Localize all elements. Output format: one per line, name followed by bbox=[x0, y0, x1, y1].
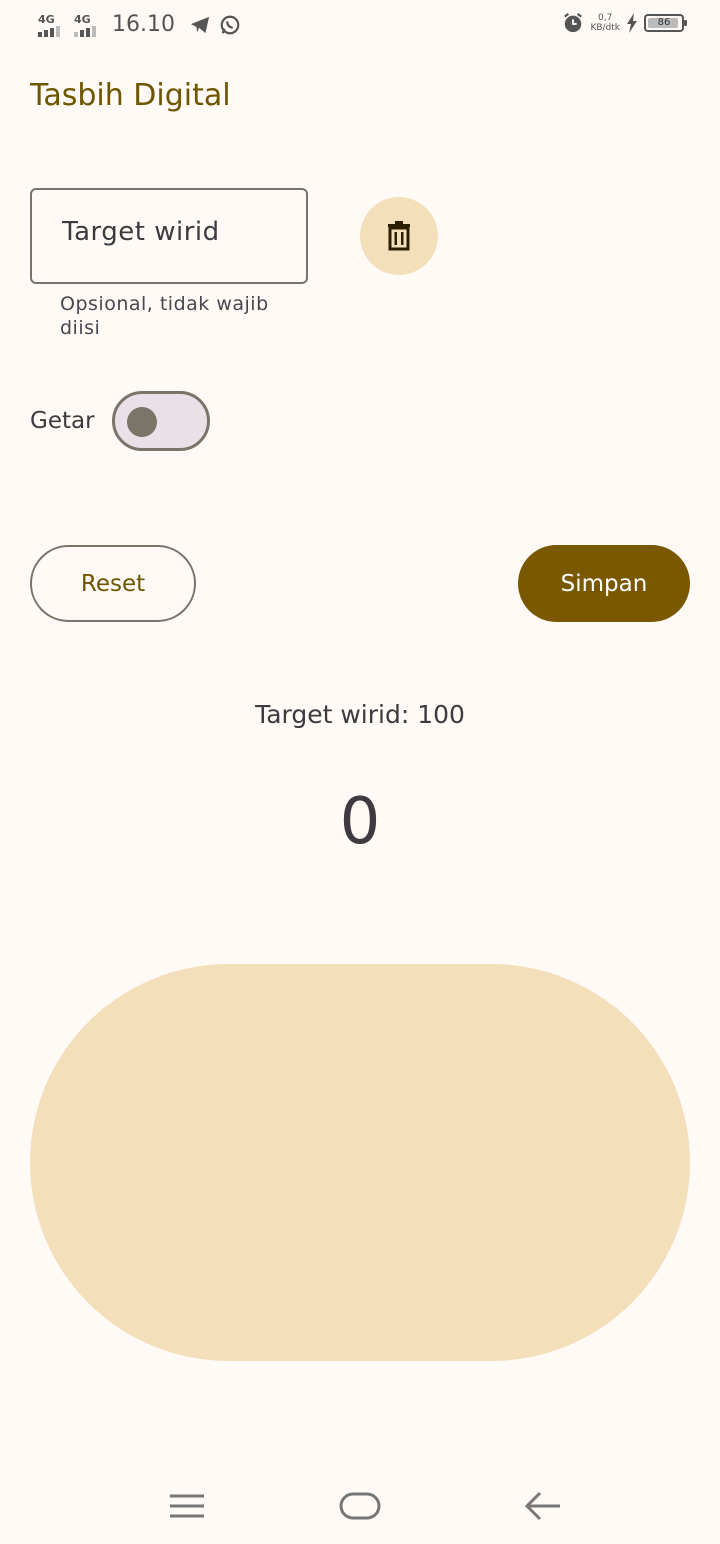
network-speed: 0,7 KB/dtk bbox=[590, 13, 620, 33]
tap-counter-button[interactable] bbox=[30, 964, 690, 1361]
home-icon[interactable] bbox=[339, 1488, 381, 1524]
system-nav-bar bbox=[0, 1470, 720, 1544]
battery-level: 86 bbox=[657, 17, 671, 28]
vibrate-label: Getar bbox=[30, 408, 95, 434]
network-type-2: 4G bbox=[74, 12, 91, 26]
status-bar: 4G 4G 16.10 0,7 KB/dtk 86 bbox=[0, 0, 720, 54]
telegram-icon bbox=[190, 16, 210, 33]
trash-icon bbox=[388, 221, 410, 251]
count-display: 0 bbox=[339, 785, 381, 859]
signal-icon: 4G bbox=[38, 13, 66, 37]
menu-icon[interactable] bbox=[168, 1488, 206, 1524]
target-helper-text: Opsional, tidak wajib diisi bbox=[60, 293, 269, 339]
whatsapp-icon bbox=[220, 15, 240, 34]
clock: 16.10 bbox=[112, 12, 175, 37]
network-type-1: 4G bbox=[38, 12, 55, 26]
charging-icon bbox=[627, 13, 637, 33]
delete-button[interactable] bbox=[360, 197, 438, 275]
network-speed-value: 0,7 bbox=[598, 13, 613, 23]
signal-icon: 4G bbox=[74, 13, 102, 37]
back-icon[interactable] bbox=[524, 1488, 562, 1524]
target-wirid-input[interactable] bbox=[60, 216, 294, 248]
reset-button[interactable]: Reset bbox=[30, 545, 196, 622]
switch-thumb bbox=[127, 407, 157, 437]
app-title: Tasbih Digital bbox=[30, 78, 231, 113]
target-wirid-field[interactable] bbox=[30, 188, 308, 284]
save-button[interactable]: Simpan bbox=[518, 545, 690, 622]
target-display: Target wirid: 100 bbox=[255, 700, 465, 729]
network-speed-unit: KB/dtk bbox=[590, 23, 620, 33]
battery-indicator: 86 bbox=[644, 14, 687, 32]
vibrate-switch[interactable] bbox=[112, 391, 210, 451]
alarm-icon bbox=[564, 12, 583, 33]
